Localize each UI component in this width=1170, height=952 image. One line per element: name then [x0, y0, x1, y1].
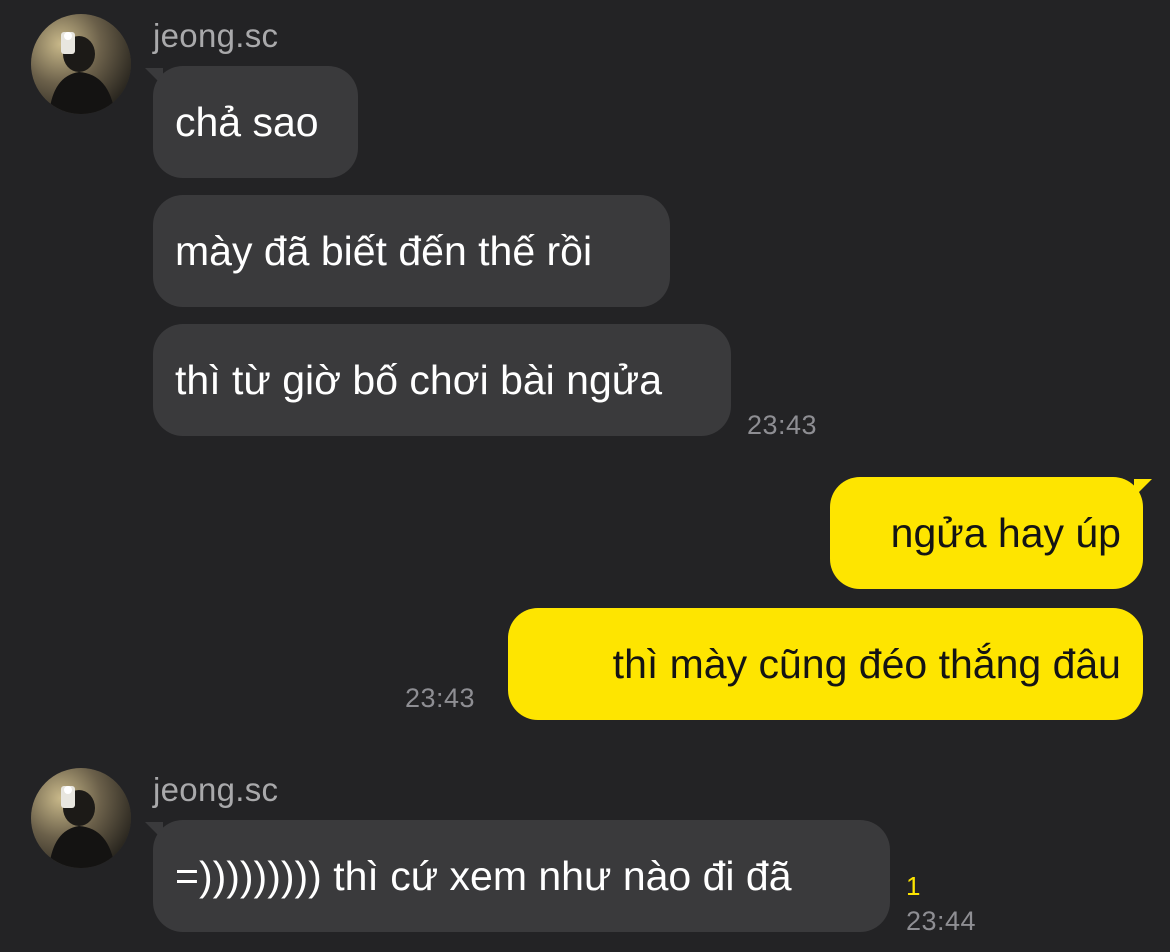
outgoing-message-bubble[interactable]: thì mày cũng đéo thắng đâu: [508, 608, 1143, 720]
incoming-message-bubble[interactable]: chả sao: [153, 66, 358, 178]
incoming-message-bubble[interactable]: =))))))))) thì cứ xem như nào đi đã: [153, 820, 890, 932]
sender-avatar[interactable]: [31, 14, 131, 114]
profile-photo-icon: [31, 768, 131, 868]
message-timestamp: 23:43: [747, 410, 818, 440]
incoming-message-bubble[interactable]: thì từ giờ bố chơi bài ngửa: [153, 324, 731, 436]
message-timestamp: 23:43: [405, 683, 476, 713]
profile-photo-icon: [31, 14, 131, 114]
incoming-message-bubble[interactable]: mày đã biết đến thế rồi: [153, 195, 670, 307]
outgoing-message-bubble[interactable]: ngửa hay úp: [830, 477, 1143, 589]
bubble-tail: [1134, 479, 1152, 497]
sender-name: jeong.sc: [153, 771, 279, 808]
sender-name: jeong.sc: [153, 17, 279, 54]
message-timestamp: 23:44: [906, 906, 977, 936]
sender-avatar[interactable]: [31, 768, 131, 868]
unread-count: 1: [906, 871, 921, 901]
